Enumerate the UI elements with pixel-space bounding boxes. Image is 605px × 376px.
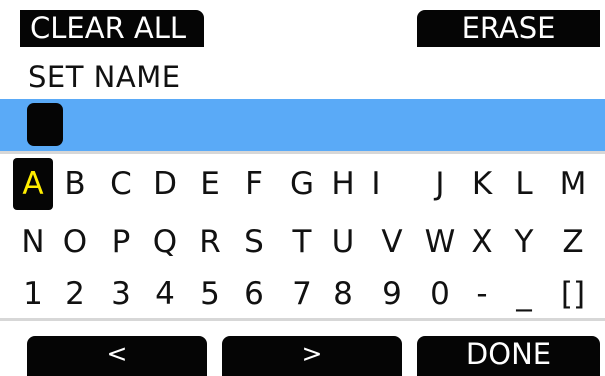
key[interactable]: P <box>101 216 141 268</box>
key-selected[interactable]: A <box>13 158 53 210</box>
key[interactable]: 6 <box>234 268 274 320</box>
key[interactable]: Z <box>553 216 593 268</box>
key[interactable]: 9 <box>372 268 412 320</box>
key[interactable]: B <box>55 158 95 210</box>
key[interactable]: D <box>145 158 185 210</box>
key[interactable]: L <box>504 158 544 210</box>
key[interactable]: F <box>234 158 274 210</box>
key[interactable]: U <box>323 216 363 268</box>
key[interactable]: E <box>190 158 230 210</box>
keyboard-row-letters-1: A B C D E F G H I J K L M <box>0 158 605 210</box>
previous-button[interactable]: < <box>27 336 207 376</box>
key[interactable]: [] <box>553 268 593 320</box>
key[interactable]: 3 <box>101 268 141 320</box>
key[interactable]: X <box>462 216 502 268</box>
key[interactable]: K <box>462 158 502 210</box>
key[interactable]: 7 <box>282 268 322 320</box>
key[interactable]: _ <box>504 268 544 320</box>
key[interactable]: N <box>13 216 53 268</box>
key[interactable]: J <box>420 158 460 210</box>
name-input-field[interactable] <box>0 99 605 151</box>
key[interactable]: R <box>190 216 230 268</box>
key[interactable]: 1 <box>13 268 53 320</box>
key[interactable]: C <box>101 158 141 210</box>
key[interactable]: V <box>372 216 412 268</box>
key[interactable]: 4 <box>145 268 185 320</box>
divider <box>0 151 605 154</box>
keyboard-row-digits: 1 2 3 4 5 6 7 8 9 0 - _ [] <box>0 268 605 320</box>
page-title: SET NAME <box>28 60 181 94</box>
top-toolbar: CLEAR ALL ERASE <box>0 0 605 52</box>
key[interactable]: T <box>282 216 322 268</box>
key[interactable]: O <box>55 216 95 268</box>
key[interactable]: 5 <box>190 268 230 320</box>
divider <box>0 318 605 321</box>
key[interactable]: 8 <box>323 268 363 320</box>
next-button[interactable]: > <box>222 336 402 376</box>
key[interactable]: W <box>420 216 460 268</box>
key[interactable]: Q <box>145 216 185 268</box>
key[interactable]: I <box>356 158 396 210</box>
key[interactable]: M <box>553 158 593 210</box>
key[interactable]: S <box>234 216 274 268</box>
key[interactable]: Y <box>504 216 544 268</box>
erase-button[interactable]: ERASE <box>417 10 600 47</box>
keyboard-row-letters-2: N O P Q R S T U V W X Y Z <box>0 216 605 268</box>
key[interactable]: - <box>462 268 502 320</box>
key[interactable]: 2 <box>55 268 95 320</box>
text-cursor <box>27 103 63 146</box>
key[interactable]: 0 <box>420 268 460 320</box>
done-button[interactable]: DONE <box>417 336 600 376</box>
key[interactable]: G <box>282 158 322 210</box>
clear-all-button[interactable]: CLEAR ALL <box>20 10 204 47</box>
